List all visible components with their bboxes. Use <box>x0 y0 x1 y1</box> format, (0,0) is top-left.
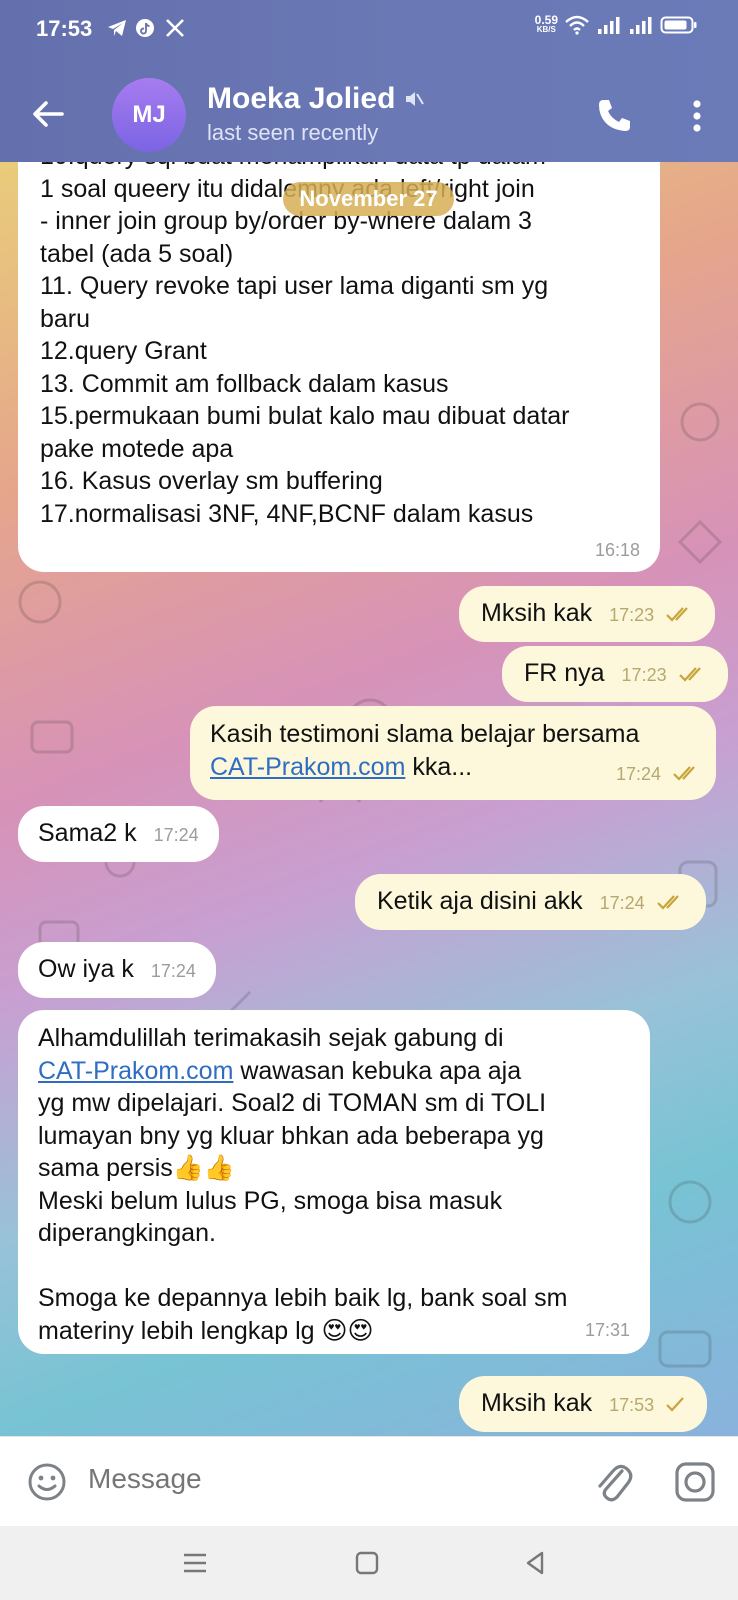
last-seen-status: last seen recently <box>207 120 379 145</box>
message-line: pake motede apa <box>40 434 234 463</box>
message-bubble-incoming[interactable]: 10.query sql buat menampilkan data tp da… <box>18 162 660 572</box>
message-text: Ketik aja disini akk <box>377 887 583 915</box>
message-text: wawasan kebuka apa aja <box>233 1056 522 1085</box>
message-line: lumayan bny yg kluar bhkan ada beberapa … <box>38 1121 544 1150</box>
message-line: Smoga ke depannya lebih baik lg, bank so… <box>38 1284 568 1312</box>
message-time: 17:53 <box>609 1395 655 1415</box>
message-line: Kasih testimoni slama belajar bersama <box>210 720 640 748</box>
tiktok-icon <box>136 19 154 37</box>
phone-call-icon[interactable] <box>594 96 634 136</box>
more-options-icon[interactable] <box>682 96 712 136</box>
message-line: 13. Commit am follback dalam kasus <box>40 369 449 398</box>
message-text: Mksih kak <box>481 599 593 627</box>
message-text: kka... <box>405 752 473 781</box>
message-text: Sama2 k <box>38 819 137 847</box>
message-time: 17:23 <box>621 665 667 685</box>
menu-icon[interactable] <box>180 1548 210 1578</box>
status-bar: 17:53 0.59 KB/S <box>0 0 738 56</box>
chat-header: 17:53 0.59 KB/S MJ Moeka Jolied last see… <box>0 0 738 162</box>
back-arrow-icon[interactable] <box>28 94 68 134</box>
read-double-check-icon <box>666 607 688 622</box>
system-nav-bar <box>0 1526 738 1600</box>
message-bubble-outgoing[interactable]: Mksih kak 17:53 <box>459 1376 708 1432</box>
message-list[interactable]: 10.query sql buat menampilkan data tp da… <box>0 162 738 1436</box>
chat-title[interactable]: Moeka Jolied <box>207 82 425 116</box>
message-line: materiny lebih lengkap lg 😍😍 <box>38 1316 374 1345</box>
date-separator: November 27 <box>283 182 454 216</box>
message-line: tabel (ada 5 soal) <box>40 239 234 268</box>
contact-name: Moeka Jolied <box>207 82 396 115</box>
message-time: 17:31 <box>584 1319 630 1340</box>
avatar[interactable]: MJ <box>112 78 186 152</box>
message-time: 17:23 <box>609 605 655 625</box>
home-icon[interactable] <box>352 1548 382 1578</box>
network-speed: 0.59 KB/S <box>534 13 558 34</box>
message-text: FR nya <box>524 659 605 687</box>
status-right: 0.59 KB/S <box>535 14 698 36</box>
cat-prakom-link[interactable]: CAT-Prakom.com <box>38 1057 233 1085</box>
signal-icon <box>598 17 620 34</box>
message-line: 12.query Grant <box>40 337 207 365</box>
message-line: diperangkingan. <box>38 1219 216 1247</box>
read-double-check-icon <box>678 667 701 682</box>
back-icon[interactable] <box>520 1548 550 1578</box>
wifi-icon <box>565 15 589 35</box>
message-bubble-outgoing[interactable]: Ketik aja disini akk 17:24 <box>355 874 706 930</box>
x-icon <box>166 19 184 37</box>
message-time: 17:24 <box>150 961 196 981</box>
read-double-check-icon <box>673 766 695 781</box>
message-line: baru <box>40 304 91 333</box>
message-time: 16:18 <box>594 539 640 560</box>
sent-check-icon <box>666 1397 684 1412</box>
message-line: 16. Kasus overlay sm buffering <box>40 467 383 495</box>
message-line: 17.normalisasi 3NF, 4NF,BCNF dalam kasus <box>40 499 534 528</box>
message-line: 15.permukaan bumi bulat kalo mau dibuat … <box>40 402 570 430</box>
telegram-icon <box>108 20 126 36</box>
message-time: 17:24 <box>153 825 199 845</box>
emoji-icon[interactable] <box>26 1461 68 1503</box>
message-bubble-incoming[interactable]: Ow iya k 17:24 <box>18 942 216 998</box>
message-text: Mksih kak <box>481 1389 593 1417</box>
camera-icon[interactable] <box>674 1461 716 1503</box>
read-double-check-icon <box>656 895 679 910</box>
message-bubble-incoming[interactable]: Sama2 k 17:24 <box>18 806 219 862</box>
battery-icon <box>660 16 697 34</box>
message-line <box>38 1250 630 1283</box>
message-composer <box>0 1436 738 1526</box>
message-line: 11. Query revoke tapi user lama diganti … <box>40 272 549 300</box>
message-line: 10.query sql buat menampilkan data tp da… <box>40 162 640 173</box>
message-meta: 17:24 <box>606 756 700 791</box>
status-time: 17:53 <box>36 16 93 41</box>
cat-prakom-link[interactable]: CAT-Prakom.com <box>210 753 405 781</box>
paperclip-icon[interactable] <box>592 1459 634 1505</box>
message-text: Ow iya k <box>38 955 134 983</box>
message-line: CAT-Prakom.com wawasan kebuka apa aja <box>38 1055 630 1088</box>
muted-icon <box>406 92 425 106</box>
message-bubble-outgoing[interactable]: FR nya 17:23 <box>502 646 728 702</box>
message-time: 17:24 <box>616 763 662 784</box>
message-line: sama persis👍👍 <box>38 1154 236 1182</box>
message-line: Alhamdulillah terimakasih sejak gabung d… <box>38 1024 504 1052</box>
message-time: 17:24 <box>599 893 645 913</box>
message-bubble-incoming[interactable]: Alhamdulillah terimakasih sejak gabung d… <box>18 1010 650 1354</box>
message-line: yg mw dipelajari. Soal2 di TOMAN sm di T… <box>38 1089 547 1117</box>
message-bubble-outgoing[interactable]: Mksih kak 17:23 <box>459 586 716 642</box>
message-line: Meski belum lulus PG, smoga bisa masuk <box>38 1186 503 1215</box>
message-bubble-outgoing[interactable]: Kasih testimoni slama belajar bersama CA… <box>190 706 716 800</box>
message-input[interactable] <box>88 1463 548 1495</box>
signal-icon <box>630 17 652 34</box>
